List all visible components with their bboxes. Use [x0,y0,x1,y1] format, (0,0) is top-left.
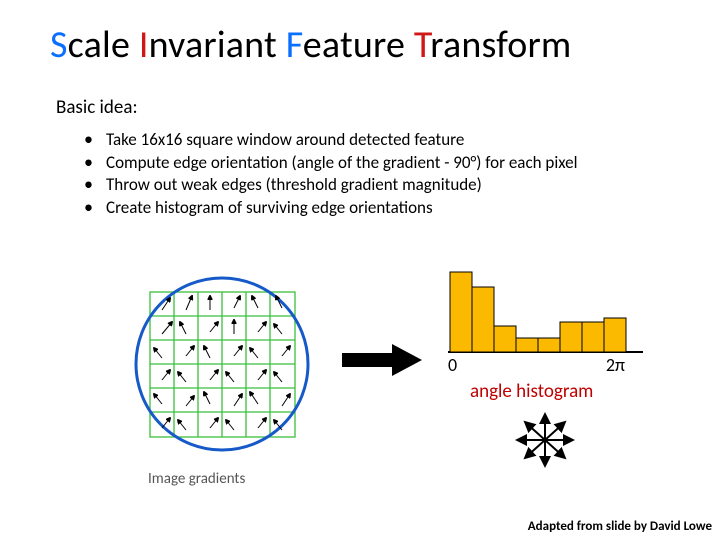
hist-caption: angle histogram [470,380,593,403]
list-item: Throw out weak edges (threshold gradient… [106,174,680,197]
title-letter-f: F [286,22,303,68]
title-frag-nvariant: nvariant [149,22,286,68]
image-gradients-figure [120,262,325,467]
orientation-star-icon [505,410,585,470]
list-item: Create histogram of surviving edge orien… [106,197,680,220]
list-item: Take 16x16 square window around detected… [106,129,680,152]
title-frag-ransform: ransform [430,22,571,68]
hist-x-start: 0 [448,354,457,376]
title-letter-t: T [414,22,430,68]
credit-line: Adapted from slide by David Lowe [528,519,712,534]
figure-row: Image gradients 0 2π angle histogram [0,262,720,482]
title-frag-eature: eature [303,22,414,68]
list-item: Compute edge orientation (angle of the g… [106,152,680,175]
title-frag-cale: cale [68,22,139,68]
title-letter-i: I [139,22,149,68]
title-letter-s: S [50,22,68,68]
transform-arrow-icon [342,342,422,378]
hist-x-end: 2π [606,354,625,376]
page-title: Scale Invariant Feature Transform [0,0,720,68]
image-gradients-caption: Image gradients [148,470,245,488]
subheading: Basic idea: [0,68,720,125]
bullet-list: Take 16x16 square window around detected… [0,125,720,220]
